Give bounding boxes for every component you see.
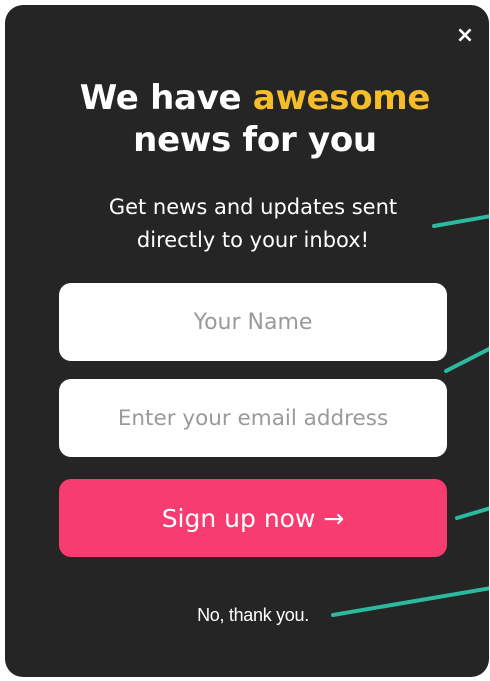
subtext-line-1: Get news and updates sent	[108, 195, 398, 219]
sign-up-button[interactable]: Sign up now →	[59, 479, 447, 557]
headline-prefix: We have	[79, 78, 253, 118]
accent-line-4	[331, 586, 489, 617]
accent-line-2	[444, 346, 489, 373]
no-thanks-link[interactable]: No, thank you.	[173, 603, 333, 627]
newsletter-popup: × We have awesome news for you Get news …	[5, 5, 489, 677]
email-input[interactable]	[59, 379, 447, 457]
name-input[interactable]	[59, 283, 447, 361]
close-button[interactable]: ×	[455, 25, 475, 47]
accent-line-3	[455, 506, 489, 520]
subtext-line-2: directly to your inbox!	[136, 228, 370, 252]
headline-highlight: awesome	[252, 78, 431, 118]
popup-subtext: Get news and updates sent directly to yo…	[5, 191, 489, 257]
headline-line-1: We have awesome	[5, 77, 489, 119]
close-icon: ×	[455, 23, 475, 48]
popup-headline: We have awesome news for you	[5, 77, 489, 161]
headline-line-2: news for you	[133, 120, 377, 160]
